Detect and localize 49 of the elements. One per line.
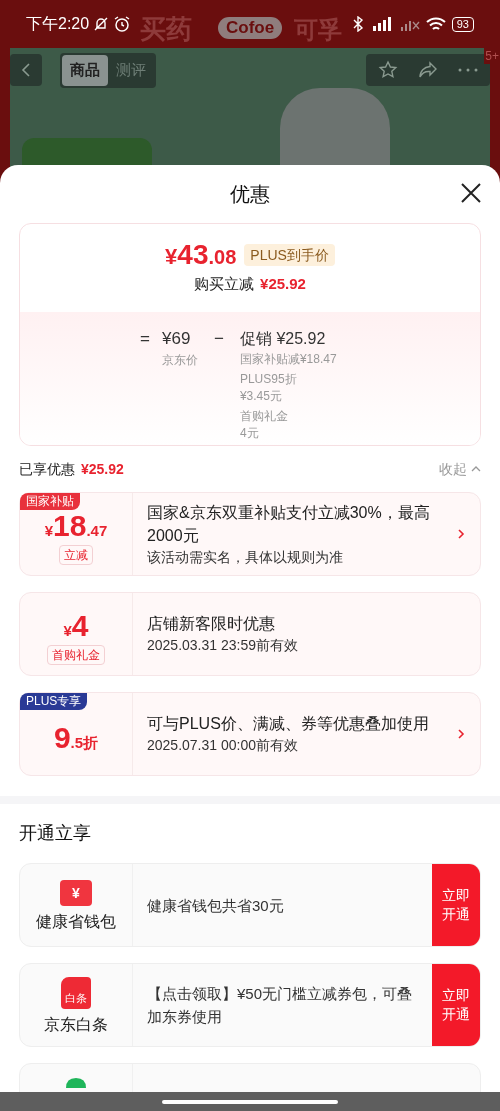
promotion-detail: ¥3.45元 bbox=[239, 388, 283, 405]
service-description: 【点击领取】¥50无门槛立减券包，可叠加东券使用 bbox=[147, 984, 414, 1027]
service-description: 健康省钱包共省30元 bbox=[147, 895, 284, 916]
enjoyed-label: 已享优惠 bbox=[19, 459, 75, 479]
offer-amount: ¥4 bbox=[63, 611, 89, 641]
service-name: 健康省钱包 bbox=[36, 912, 116, 932]
offer-tag: 国家补贴 bbox=[20, 493, 80, 510]
service-card[interactable]: 白条 京东白条 【点击领取】¥50无门槛立减券包，可叠加东券使用 立即开通 bbox=[19, 963, 481, 1047]
offer-note: 该活动需实名，具体以规则为准 bbox=[147, 547, 344, 567]
sheet-title: 优惠 bbox=[230, 182, 270, 207]
promotion-detail: PLUS95折 bbox=[239, 371, 298, 388]
reduction-amount: ¥25.92 bbox=[260, 273, 306, 294]
status-time: 下午2:20 bbox=[26, 14, 90, 34]
reduction-label: 购买立减 bbox=[194, 273, 255, 294]
service-card[interactable]: ¥ 健康省钱包 健康省钱包共省30元 立即开通 bbox=[19, 863, 481, 947]
price-tag: PLUS到手价 bbox=[244, 243, 335, 266]
final-price: ¥43.08 bbox=[165, 240, 237, 269]
offer-card[interactable]: ¥4 首购礼金 店铺新客限时优惠 2025.03.31 23:59前有效 bbox=[19, 592, 481, 676]
service-name: 京东白条 bbox=[44, 1015, 108, 1035]
promotion-detail: 首购礼金 bbox=[239, 408, 289, 425]
promotion-detail: 4元 bbox=[239, 425, 260, 442]
nav-tab[interactable]: 商品 bbox=[62, 55, 108, 86]
offer-amount: 9.5折 bbox=[53, 723, 99, 753]
minus-sign: − bbox=[213, 328, 225, 350]
message-count: 5+ bbox=[484, 48, 500, 64]
ticket-icon: ¥ bbox=[60, 880, 92, 906]
activate-button[interactable]: 立即开通 bbox=[432, 964, 480, 1046]
offer-note: 2025.03.31 23:59前有效 bbox=[147, 636, 299, 655]
offer-label: 首购礼金 bbox=[47, 645, 105, 665]
sponsor-logo: Cofoe bbox=[218, 17, 283, 39]
offer-card[interactable]: PLUS专享 9.5折 可与PLUS价、满减、券等优惠叠加使用 2025.07.31 00:00前有效 bbox=[19, 692, 481, 776]
activate-button[interactable]: 立即开通 bbox=[432, 864, 480, 946]
offer-card[interactable]: 国家补贴 ¥18.47 立减 国家&京东双重补贴支付立减30%，最高2000元 该活动需实名，具体以规则为准 bbox=[19, 492, 481, 576]
offer-tag: PLUS专享 bbox=[20, 693, 88, 710]
promotion-detail: 国家补贴减¥18.47 bbox=[239, 351, 338, 368]
offer-label: 立减 bbox=[59, 545, 93, 565]
offer-amount: ¥18.47 bbox=[44, 511, 108, 541]
offer-note: 2025.07.31 00:00前有效 bbox=[147, 736, 299, 755]
enjoyed-amount: ¥25.92 bbox=[81, 459, 124, 479]
base-price-label: 京东价 bbox=[162, 352, 198, 369]
section-title: 开通立享 bbox=[19, 822, 92, 845]
promotion-total: 促销 ¥25.92 bbox=[239, 329, 327, 349]
offer-title: 店铺新客限时优惠 bbox=[147, 614, 276, 634]
offer-title: 可与PLUS价、满减、券等优惠叠加使用 bbox=[147, 714, 430, 734]
card-icon: 白条 bbox=[61, 977, 91, 1009]
offer-title: 国家&京东双重补贴支付立减30%，最高2000元 bbox=[147, 502, 431, 546]
base-price: ¥69 bbox=[162, 328, 192, 350]
battery-indicator: 93 bbox=[451, 16, 474, 32]
equals-sign: = bbox=[140, 328, 150, 350]
